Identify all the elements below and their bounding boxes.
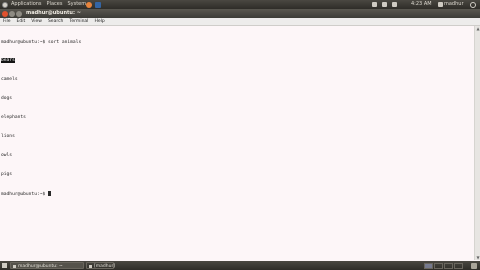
command-line: madhur@ubuntu:~$ sort animals — [1, 40, 473, 46]
panel-menus: Applications Places System — [11, 0, 91, 9]
terminal-output[interactable]: madhur@ubuntu:~$ sort animals bears came… — [0, 26, 474, 260]
menu-help[interactable]: Help — [94, 19, 104, 24]
network-icon[interactable] — [372, 2, 377, 7]
scroll-down-icon[interactable]: ▼ — [476, 255, 480, 260]
show-desktop-icon[interactable] — [2, 263, 7, 268]
menu-terminal[interactable]: Terminal — [69, 19, 88, 24]
output-line: dogs — [1, 96, 13, 102]
workspace-2[interactable] — [434, 262, 443, 269]
panel-clock[interactable]: 4:23 AM — [411, 0, 432, 9]
output-line: elephants — [1, 115, 26, 121]
taskbar-item-label: [madhur] — [94, 264, 116, 269]
taskbar-item-label: madhur@ubuntu: ~ — [18, 264, 63, 269]
panel-user[interactable]: madhur — [444, 0, 464, 9]
prompt-line: madhur@ubuntu:~$ — [1, 190, 473, 197]
output-line: pigs — [1, 171, 13, 177]
output-line: bears — [1, 58, 473, 64]
user-icon — [438, 2, 443, 7]
menu-search[interactable]: Search — [48, 19, 63, 24]
power-icon[interactable] — [470, 1, 476, 8]
selected-output: bears — [1, 58, 15, 64]
ubuntu-logo-icon[interactable] — [2, 1, 8, 8]
firefox-icon[interactable] — [86, 1, 92, 8]
maximize-icon[interactable] — [16, 10, 22, 17]
folder-icon — [88, 264, 92, 268]
window-title: madhur@ubuntu: ~ — [26, 10, 81, 16]
prompt: madhur@ubuntu:~$ — [1, 39, 49, 45]
bottom-panel: madhur@ubuntu: ~ [madhur] — [0, 261, 480, 270]
close-icon[interactable] — [2, 10, 8, 17]
text-cursor — [48, 190, 51, 196]
command: sort animals — [48, 39, 82, 45]
taskbar-item-terminal[interactable]: madhur@ubuntu: ~ — [10, 262, 84, 269]
scroll-up-icon[interactable]: ▲ — [476, 26, 480, 31]
top-panel: Applications Places System 4:23 AM madhur — [0, 0, 480, 9]
output-line: camels — [1, 77, 18, 83]
window-titlebar[interactable]: madhur@ubuntu: ~ — [0, 9, 480, 18]
places-menu[interactable]: Places — [47, 1, 63, 7]
output-line: owls — [1, 152, 13, 158]
prompt: madhur@ubuntu:~$ — [1, 191, 49, 197]
workspace-3[interactable] — [444, 262, 453, 269]
menu-view[interactable]: View — [31, 19, 42, 24]
terminal-scrollbar[interactable]: ▲ ▼ — [474, 26, 480, 260]
mail-icon[interactable] — [382, 2, 387, 7]
terminal-menubar: File Edit View Search Terminal Help — [0, 18, 480, 26]
applications-menu[interactable]: Applications — [11, 1, 42, 7]
output-line: lions — [1, 134, 15, 140]
trash-icon[interactable] — [471, 262, 477, 269]
menu-edit[interactable]: Edit — [17, 19, 26, 24]
taskbar-item-folder[interactable]: [madhur] — [86, 262, 116, 269]
workspace-1[interactable] — [424, 262, 433, 269]
minimize-icon[interactable] — [9, 10, 15, 17]
terminal-icon — [12, 264, 16, 268]
menu-file[interactable]: File — [3, 19, 11, 24]
system-menu[interactable]: System — [67, 1, 86, 7]
help-icon[interactable] — [95, 1, 101, 8]
volume-icon[interactable] — [392, 2, 397, 7]
workspace-4[interactable] — [454, 262, 463, 269]
